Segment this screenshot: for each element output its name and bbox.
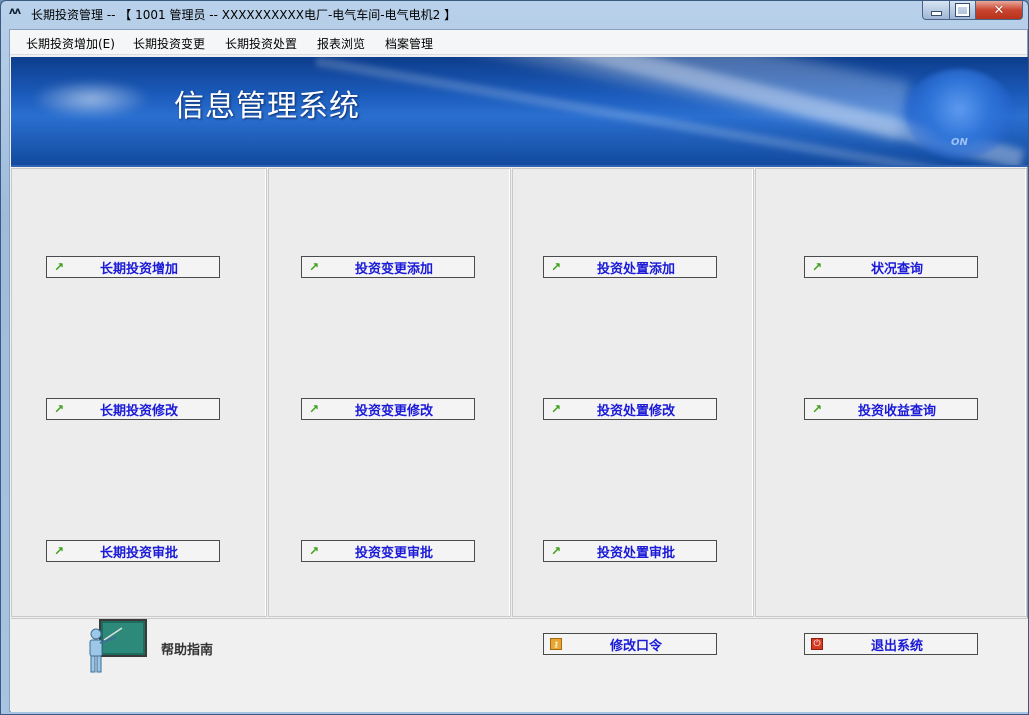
change-add-button[interactable]: ↗ 投资变更添加 <box>301 256 475 278</box>
investment-approve-button[interactable]: ↗ 长期投资审批 <box>46 540 220 562</box>
maximize-icon <box>955 3 970 17</box>
button-label: 投资变更审批 <box>354 545 433 561</box>
menu-report-browse[interactable]: 报表浏览 <box>317 35 365 52</box>
button-label: 投资变更添加 <box>354 261 433 277</box>
exit-system-button[interactable]: ⏻ 退出系统 <box>804 633 978 655</box>
button-label: 投资处置添加 <box>596 261 675 277</box>
banner-deco-text: ON <box>951 137 968 148</box>
window-title: 长期投资管理 -- 【 1001 管理员 -- XXXXXXXXXX电厂-电气车… <box>31 8 457 22</box>
arrow-icon: ↗ <box>53 544 65 558</box>
arrow-icon: ↗ <box>550 402 562 416</box>
change-password-button[interactable]: ⚷ 修改口令 <box>543 633 717 655</box>
banner: 信息管理系统 ON <box>11 57 1028 167</box>
company-logo <box>31 79 151 119</box>
button-label: 退出系统 <box>870 638 923 654</box>
menu-archive-management[interactable]: 档案管理 <box>385 35 433 52</box>
minimize-button[interactable] <box>922 1 950 20</box>
disposal-approve-button[interactable]: ↗ 投资处置审批 <box>543 540 717 562</box>
change-approve-button[interactable]: ↗ 投资变更审批 <box>301 540 475 562</box>
arrow-icon: ↗ <box>308 260 320 274</box>
power-icon: ⏻ <box>811 638 823 650</box>
button-label: 投资收益查询 <box>857 403 936 419</box>
arrow-icon: ↗ <box>53 402 65 416</box>
arrow-icon: ↗ <box>550 260 562 274</box>
menu-investment-add[interactable]: 长期投资增加(E) <box>26 35 115 52</box>
arrow-icon: ↗ <box>53 260 65 274</box>
disposal-modify-button[interactable]: ↗ 投资处置修改 <box>543 398 717 420</box>
button-label: 投资变更修改 <box>354 403 433 419</box>
client-area: 长期投资增加(E) 长期投资变更 长期投资处置 报表浏览 档案管理 信息管理系统… <box>9 29 1028 712</box>
close-icon: ✕ <box>993 2 1005 18</box>
minimize-icon <box>930 10 942 16</box>
key-icon: ⚷ <box>550 638 562 650</box>
change-modify-button[interactable]: ↗ 投资变更修改 <box>301 398 475 420</box>
arrow-icon: ↗ <box>308 402 320 416</box>
help-guide-label[interactable]: 帮助指南 <box>161 639 213 658</box>
status-query-button[interactable]: ↗ 状况查询 <box>804 256 978 278</box>
application-window: ʌʌ 长期投资管理 -- 【 1001 管理员 -- XXXXXXXXXX电厂-… <box>0 0 1029 715</box>
arrow-icon: ↗ <box>308 544 320 558</box>
menu-investment-disposal[interactable]: 长期投资处置 <box>225 35 297 52</box>
button-label: 长期投资修改 <box>99 403 178 419</box>
disposal-add-button[interactable]: ↗ 投资处置添加 <box>543 256 717 278</box>
button-label: 投资处置修改 <box>596 403 675 419</box>
button-label: 长期投资审批 <box>99 545 178 561</box>
investment-modify-button[interactable]: ↗ 长期投资修改 <box>46 398 220 420</box>
panel-query <box>755 168 1027 617</box>
help-guide-icon[interactable] <box>82 618 148 674</box>
maximize-button[interactable] <box>949 1 976 20</box>
banner-title: 信息管理系统 <box>174 89 360 124</box>
close-button[interactable]: ✕ <box>975 1 1023 20</box>
arrow-icon: ↗ <box>550 544 562 558</box>
title-bar[interactable]: ʌʌ 长期投资管理 -- 【 1001 管理员 -- XXXXXXXXXX电厂-… <box>1 1 1028 27</box>
app-logo-icon: ʌʌ <box>9 6 21 17</box>
menu-bar: 长期投资增加(E) 长期投资变更 长期投资处置 报表浏览 档案管理 <box>10 30 1027 55</box>
button-label: 投资处置审批 <box>596 545 675 561</box>
button-label: 状况查询 <box>870 261 923 277</box>
menu-investment-change[interactable]: 长期投资变更 <box>133 35 205 52</box>
investment-add-button[interactable]: ↗ 长期投资增加 <box>46 256 220 278</box>
button-label: 修改口令 <box>609 638 662 654</box>
arrow-icon: ↗ <box>811 402 823 416</box>
income-query-button[interactable]: ↗ 投资收益查询 <box>804 398 978 420</box>
arrow-icon: ↗ <box>811 260 823 274</box>
teacher-board-icon <box>89 619 147 673</box>
button-label: 长期投资增加 <box>99 261 178 277</box>
